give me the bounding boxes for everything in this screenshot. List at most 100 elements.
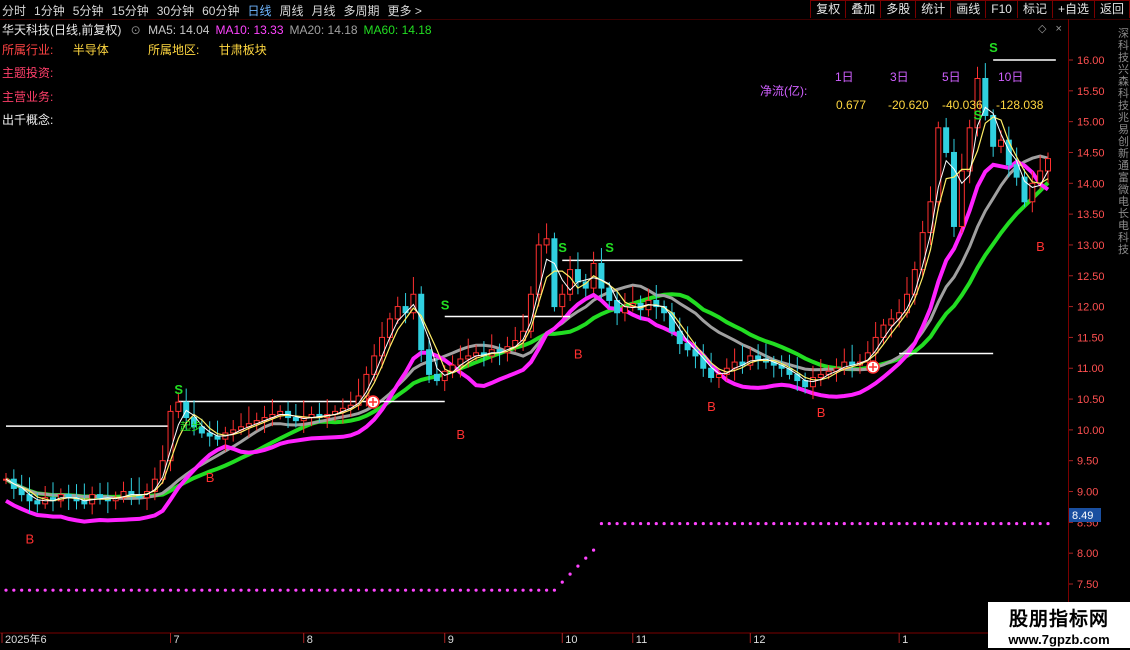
period-tab-4[interactable]: 30分钟: [157, 2, 194, 19]
period-tab-2[interactable]: 5分钟: [73, 2, 104, 19]
candle-body[interactable]: [433, 373, 440, 382]
candles[interactable]: [3, 63, 1051, 515]
candle-body[interactable]: [935, 127, 942, 203]
period-tab-0[interactable]: 分时: [2, 2, 26, 19]
candle-body[interactable]: [34, 500, 41, 505]
indicator-dot: [239, 588, 243, 592]
indicator-dot: [129, 588, 133, 592]
diamond-icon[interactable]: ◇: [1038, 23, 1046, 35]
candle-body[interactable]: [292, 417, 299, 422]
candle-body[interactable]: [997, 139, 1004, 147]
buy-signal: B: [26, 532, 35, 547]
candle-body[interactable]: [692, 349, 699, 357]
buy-signal: B: [1036, 239, 1045, 254]
candle-body[interactable]: [574, 269, 581, 283]
indicator-dot: [51, 588, 55, 592]
candle-body[interactable]: [927, 201, 934, 234]
indicator-dot: [114, 588, 118, 592]
candle-body[interactable]: [214, 435, 221, 440]
toolbar-button-2[interactable]: 多股: [880, 0, 917, 18]
candle-body[interactable]: [676, 330, 683, 345]
indicator-dot: [121, 588, 126, 592]
period-tab-7[interactable]: 周线: [279, 2, 303, 19]
price-tick-label: 12.00: [1077, 302, 1105, 314]
indicator-dot: [505, 588, 510, 592]
region-value[interactable]: 甘肃板块: [219, 43, 267, 57]
indicator-dot: [286, 588, 290, 592]
toolbar-button-1[interactable]: 叠加: [845, 0, 882, 18]
indicator-dot: [827, 521, 831, 526]
candle-body[interactable]: [982, 77, 989, 116]
candle-body[interactable]: [708, 367, 715, 378]
candle-body[interactable]: [167, 410, 174, 462]
candle-body[interactable]: [598, 262, 605, 289]
candle-body[interactable]: [418, 293, 425, 351]
candle-body[interactable]: [175, 401, 182, 412]
candle-body[interactable]: [379, 336, 386, 357]
time-tick-label: 8: [307, 634, 313, 646]
period-tab-3[interactable]: 15分钟: [111, 2, 148, 19]
price-tick-label: 9.50: [1077, 456, 1098, 468]
indicator-dot: [748, 521, 752, 526]
indicator-dot: [803, 521, 807, 526]
candle-body[interactable]: [990, 114, 997, 147]
candle-body[interactable]: [441, 370, 448, 382]
candle-body[interactable]: [230, 429, 237, 434]
indicator-dot: [192, 588, 196, 592]
ma-legend-item: MA5: 14.04: [148, 23, 210, 37]
candle-body[interactable]: [950, 151, 957, 227]
period-tab-9[interactable]: 多周期: [344, 2, 380, 19]
toolbar-button-5[interactable]: F10: [985, 0, 1018, 18]
indicator-dot: [74, 588, 79, 592]
ma5-path: [5, 116, 1049, 502]
indicator-dot: [756, 521, 760, 526]
indicator-dot: [270, 588, 274, 592]
candle-body[interactable]: [802, 380, 809, 388]
candle-body[interactable]: [402, 306, 409, 314]
indicator-dot: [764, 521, 768, 526]
candle-body[interactable]: [559, 293, 566, 308]
period-tab-10[interactable]: 更多 >: [388, 2, 422, 19]
toolbar-button-3[interactable]: 统计: [915, 0, 952, 18]
candle-body[interactable]: [755, 355, 762, 360]
candle-body[interactable]: [97, 494, 104, 499]
chart-annotation-text: 起步: [180, 420, 202, 433]
resistance-lines: [6, 59, 1056, 427]
candle-body[interactable]: [206, 432, 213, 437]
period-tab-1[interactable]: 1分钟: [34, 2, 65, 19]
candle-body[interactable]: [394, 306, 401, 320]
candle-body[interactable]: [621, 306, 628, 314]
candle-body[interactable]: [543, 238, 550, 246]
gear-icon[interactable]: ⊙: [131, 23, 141, 37]
indicator-dot: [161, 588, 165, 592]
buy-signal: B: [456, 427, 465, 442]
time-tick-label: 12: [753, 634, 765, 646]
candle-body[interactable]: [715, 373, 722, 378]
industry-value[interactable]: 半导体: [73, 43, 109, 57]
toolbar-button-0[interactable]: 复权: [810, 0, 847, 18]
period-tab-6[interactable]: 日线: [247, 2, 271, 19]
toolbar-button-6[interactable]: 标记: [1016, 0, 1053, 18]
candle-body[interactable]: [817, 373, 824, 378]
price-tick-label: 11.50: [1077, 332, 1104, 344]
indicator-dot: [717, 521, 721, 526]
candle-body[interactable]: [1045, 158, 1051, 172]
candle-body[interactable]: [1013, 164, 1020, 178]
indicator-dot: [247, 588, 251, 592]
period-tab-5[interactable]: 60分钟: [202, 2, 239, 19]
candle-body[interactable]: [535, 244, 542, 295]
toolbar-button-4[interactable]: 画线: [950, 0, 987, 18]
candle-body[interactable]: [606, 287, 613, 301]
candle-body[interactable]: [943, 127, 950, 153]
candle-body[interactable]: [888, 318, 895, 326]
close-icon[interactable]: ×: [1056, 23, 1062, 35]
theme-label: 主题投资:: [2, 66, 54, 80]
buy-signal: B: [574, 347, 583, 362]
indicator-dot: [960, 521, 964, 526]
candle-body[interactable]: [426, 349, 433, 375]
candle-body[interactable]: [684, 343, 691, 351]
toolbar-button-8[interactable]: 返回: [1093, 0, 1130, 18]
period-tab-8[interactable]: 月线: [312, 2, 336, 19]
indicator-dot: [733, 521, 737, 526]
toolbar-button-7[interactable]: +自选: [1051, 0, 1095, 18]
